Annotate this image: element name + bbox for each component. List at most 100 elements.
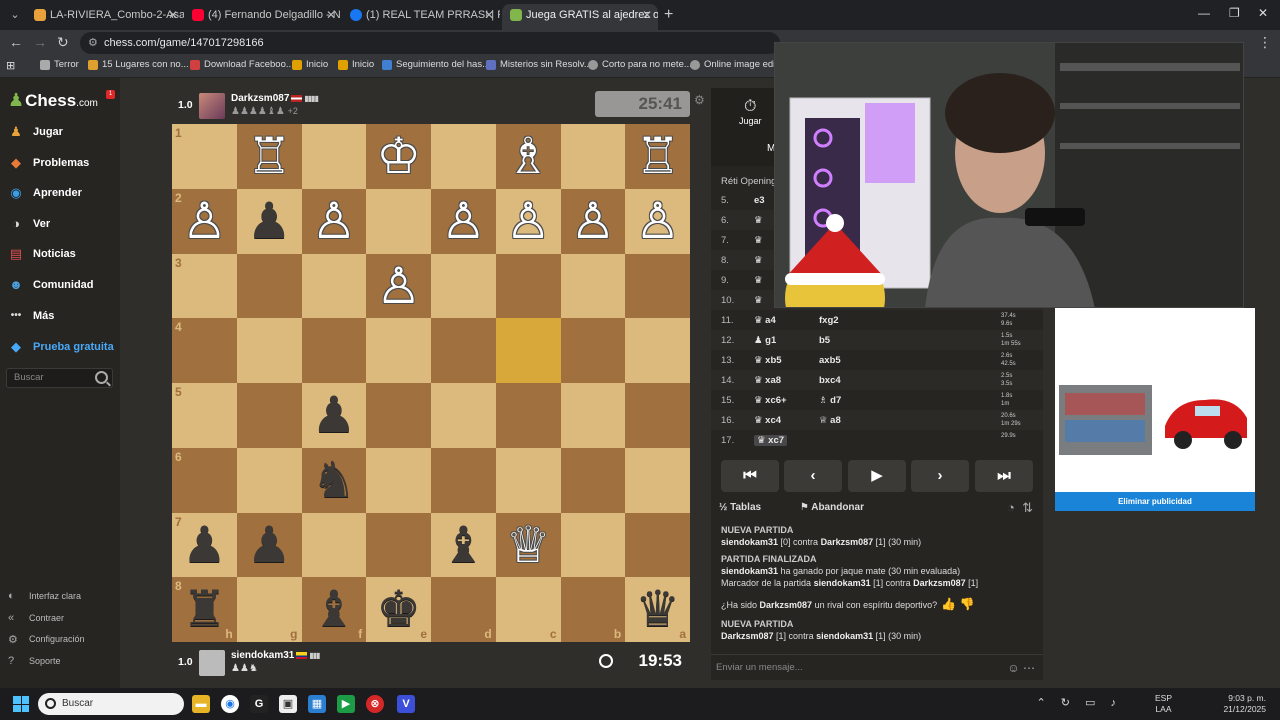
notification-badge[interactable]: 1	[106, 90, 115, 99]
black-move[interactable]: fxg2	[819, 315, 839, 326]
board-square[interactable]: 4	[172, 318, 237, 383]
close-icon[interactable]: ✕	[326, 4, 336, 26]
emoji-icon[interactable]: ☺ ⋯	[1007, 655, 1035, 681]
minimize-icon[interactable]: —	[1198, 6, 1210, 20]
maximize-icon[interactable]: ❐	[1229, 6, 1240, 20]
board-square[interactable]	[560, 447, 626, 513]
board-square[interactable]	[625, 447, 690, 513]
browser-tab[interactable]: LA-RIVIERA_Combo-2-Asados- ✕	[26, 4, 184, 30]
board-square[interactable]: ♙	[495, 188, 561, 254]
white-king-piece[interactable]: ♔	[366, 124, 431, 189]
bookmark-item[interactable]: Download Faceboo...	[190, 59, 294, 70]
player-name-line[interactable]: Darkzsm087 ▮▮▮▮	[231, 93, 319, 104]
board-square[interactable]	[366, 188, 431, 254]
black-bishop-piece[interactable]: ♝	[431, 513, 496, 578]
close-icon[interactable]: ✕	[484, 4, 494, 26]
black-pawn-piece[interactable]: ♟	[237, 189, 302, 254]
black-pawn-piece[interactable]: ♟	[172, 513, 237, 578]
next-move-button[interactable]: ›	[911, 460, 969, 492]
white-move[interactable]: ♟ g1	[754, 335, 776, 346]
board-square[interactable]: ♙	[625, 188, 690, 254]
board-square[interactable]	[431, 124, 496, 189]
board-square[interactable]: ♙	[301, 188, 367, 254]
white-pawn-piece[interactable]: ♙	[302, 189, 367, 254]
app-icon[interactable]: ⊗	[366, 695, 384, 713]
board-square[interactable]: ♖	[236, 124, 302, 189]
avatar[interactable]	[199, 93, 225, 119]
board-square[interactable]	[495, 383, 561, 448]
board-square[interactable]: 5	[172, 383, 237, 448]
black-pawn-piece[interactable]: ♟	[302, 383, 367, 448]
thumbs-down-icon[interactable]: 👎	[959, 597, 974, 611]
black-bishop-piece[interactable]: ♝	[302, 577, 367, 642]
board-square[interactable]	[366, 318, 431, 383]
white-move[interactable]: ♛ xc4	[754, 415, 781, 426]
previous-move-button[interactable]: ‹	[784, 460, 842, 492]
bookmark-item[interactable]: Inicio	[338, 59, 374, 70]
white-move[interactable]: e3	[754, 195, 765, 206]
app-icon[interactable]: V	[397, 695, 415, 713]
sidebar-item-aprender[interactable]: ◉ Aprender	[8, 183, 82, 203]
site-info-icon[interactable]: ⚙	[88, 32, 98, 54]
board-square[interactable]: a ♛	[625, 577, 690, 642]
bookmark-item[interactable]: Inicio	[292, 59, 328, 70]
board-square[interactable]	[301, 318, 367, 383]
board-square[interactable]	[560, 124, 626, 189]
white-pawn-piece[interactable]: ♙	[366, 254, 431, 319]
browser-tab[interactable]: (4) Fernando Delgadillo - N ✕	[184, 4, 342, 30]
white-move[interactable]: ♛	[754, 235, 763, 246]
board-square[interactable]: f ♝	[301, 577, 367, 642]
board-square[interactable]: ♙	[366, 253, 431, 319]
board-settings-icon[interactable]: ⚙	[694, 93, 705, 107]
board-square[interactable]: 2 ♙	[172, 188, 237, 254]
tray-icons[interactable]: ⌃ ↻ ▭ ♪	[1037, 696, 1123, 709]
bookmark-item[interactable]: Terror	[40, 59, 79, 70]
thumbs-up-icon[interactable]: 👍	[941, 597, 956, 611]
chess-logo[interactable]: ♟Chess.com	[8, 90, 98, 111]
flip-board-icon[interactable]: ⇅	[1022, 500, 1033, 515]
board-square[interactable]: d	[431, 577, 496, 642]
support-link[interactable]: ? Soporte	[8, 655, 61, 667]
board-square[interactable]: e ♚	[366, 577, 431, 642]
board-square[interactable]	[560, 512, 626, 578]
board-square[interactable]	[625, 383, 690, 448]
browser-tab-active[interactable]: Juega GRATIS al ajedrez online ✕	[502, 4, 658, 30]
board-square[interactable]: 8 h ♜	[172, 577, 237, 642]
forward-icon[interactable]: →	[33, 34, 47, 50]
clock[interactable]: 9:03 p. m. 21/12/2025	[1223, 693, 1266, 715]
white-move[interactable]: ♛ xc6+	[754, 395, 787, 406]
board-square[interactable]: ♞	[301, 447, 367, 513]
app-icon[interactable]: ▣	[279, 695, 297, 713]
board-square[interactable]	[560, 318, 626, 383]
white-pawn-piece[interactable]: ♙	[172, 189, 237, 254]
browser-tab[interactable]: (1) REAL TEAM PRRAS! | Facebo ✕	[342, 4, 500, 30]
board-square[interactable]	[431, 318, 496, 383]
sidebar-search-input[interactable]: Buscar	[6, 368, 113, 388]
bookmark-item[interactable]: Corto para no mete...	[588, 59, 692, 70]
black-knight-piece[interactable]: ♞	[302, 448, 367, 513]
board-square[interactable]: 7 ♟	[172, 512, 237, 578]
black-king-piece[interactable]: ♚	[366, 577, 431, 642]
board-square[interactable]	[431, 383, 496, 448]
black-move[interactable]: ♕ a8	[819, 415, 841, 426]
board-square[interactable]: g	[236, 577, 302, 642]
white-pawn-piece[interactable]: ♙	[431, 189, 496, 254]
app-icon[interactable]: G	[250, 695, 268, 713]
bookmark-item[interactable]: Misterios sin Resolv...	[486, 59, 592, 70]
sidebar-item-problemas[interactable]: ◆ Problemas	[8, 153, 89, 173]
player-name-line[interactable]: siendokam31 ▮▮▮	[231, 650, 321, 661]
file-explorer-icon[interactable]: ▬	[192, 695, 210, 713]
board-square[interactable]: ♝	[431, 512, 496, 578]
back-icon[interactable]: ←	[9, 34, 23, 50]
board-square[interactable]	[560, 253, 626, 319]
board-square[interactable]: ♙	[431, 188, 496, 254]
white-move[interactable]: ♛	[754, 275, 763, 286]
tab-search-icon[interactable]: ⌄	[6, 6, 24, 24]
url-field[interactable]: ⚙ chess.com/game/147017298166	[80, 32, 780, 54]
menu-icon[interactable]: ⋮	[1258, 34, 1272, 51]
sidebar-item-mas[interactable]: ••• Más	[8, 306, 55, 326]
board-square[interactable]	[301, 512, 367, 578]
language-indicator[interactable]: ESP LAA	[1155, 693, 1172, 715]
white-bishop-piece[interactable]: ♗	[496, 124, 561, 189]
search-icon[interactable]	[95, 371, 108, 384]
